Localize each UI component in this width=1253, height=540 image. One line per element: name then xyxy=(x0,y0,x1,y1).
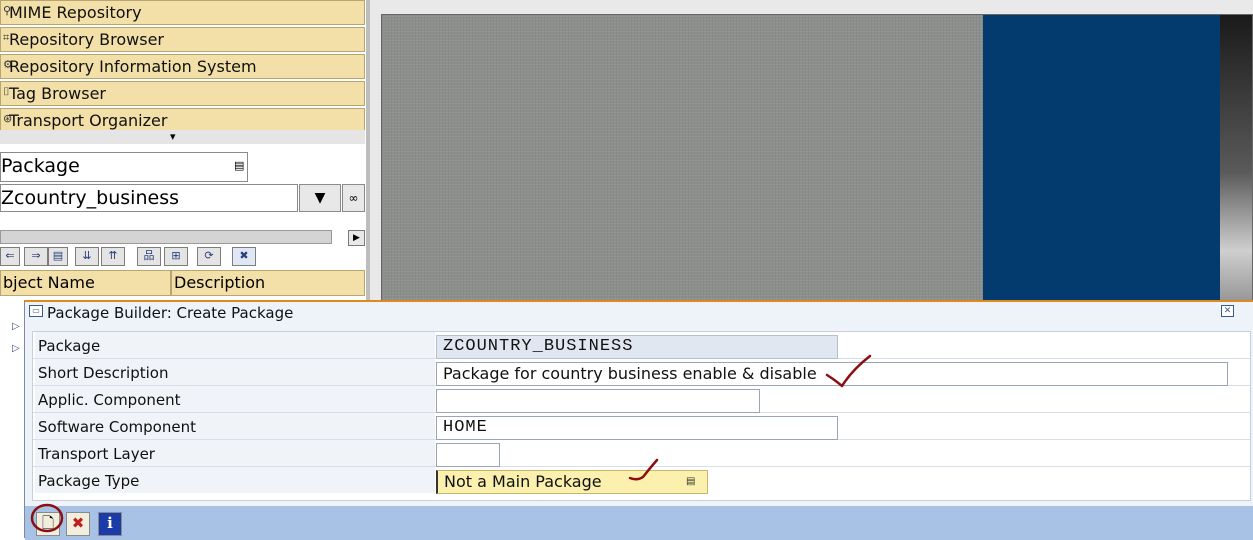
circle-annotation xyxy=(30,503,64,533)
checkmark-annotation xyxy=(628,458,659,481)
annotation-overlay xyxy=(30,354,872,533)
checkmark-annotation xyxy=(825,354,872,388)
